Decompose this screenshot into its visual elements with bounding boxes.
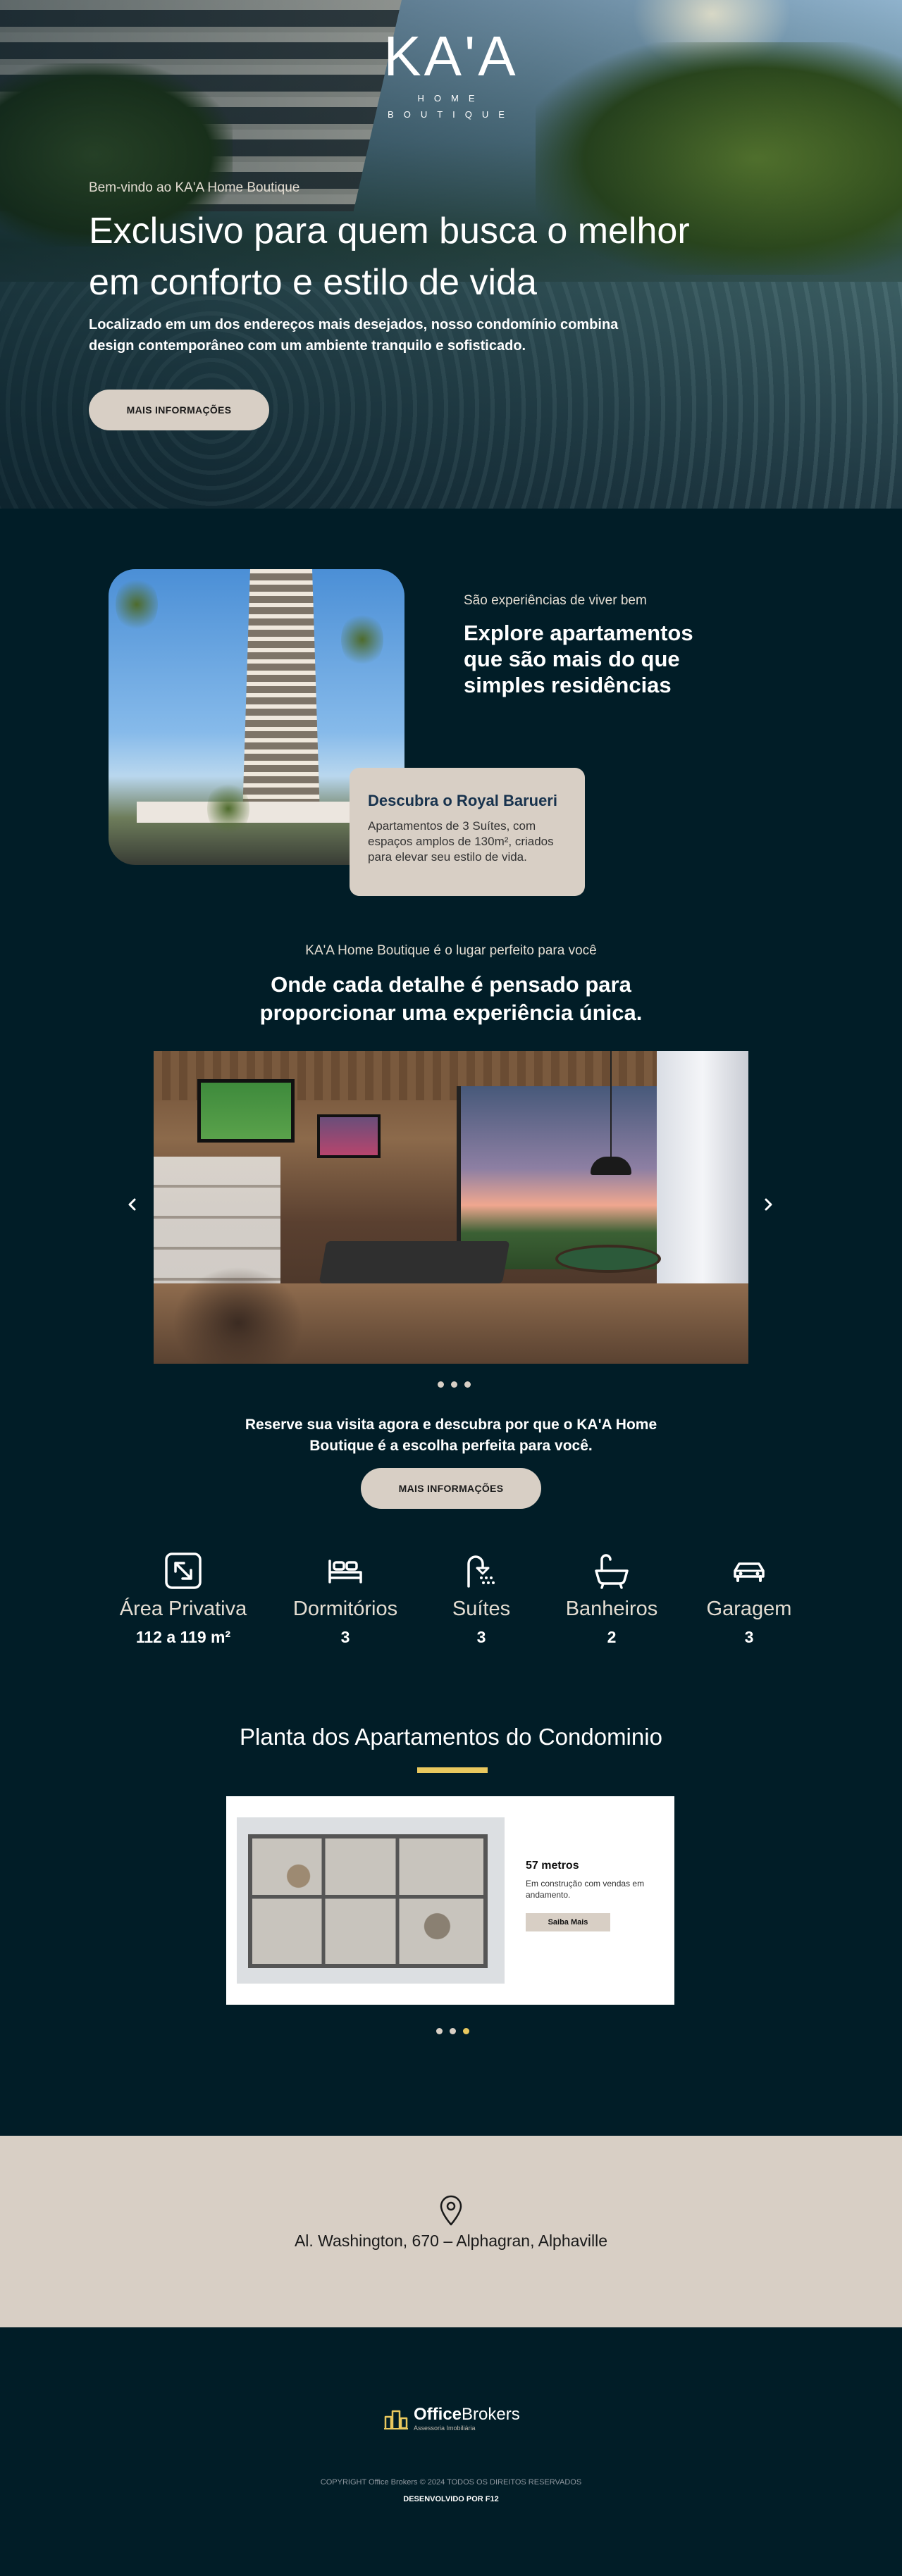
slide-tv	[197, 1079, 295, 1143]
feature-value: 3	[340, 1628, 350, 1646]
hero-section: KA'A HOME BOUTIQUE Bem-vindo ao KA'A Hom…	[0, 0, 902, 509]
brand-tagline: Assessoria Imobiliária	[414, 2425, 476, 2432]
visit-cta-text: Reserve sua visita agora e descubra por …	[245, 1417, 657, 1455]
shower-icon	[462, 1551, 501, 1591]
slide-tv	[317, 1114, 381, 1158]
hero-description: Localizado em um dos endereços mais dese…	[89, 316, 619, 354]
feature-value: 2	[607, 1628, 617, 1646]
carousel-dot[interactable]	[436, 2028, 443, 2034]
address-section: Al. Washington, 670 – Alphagran, Alphavi…	[0, 2136, 902, 2327]
feature-bathrooms: Banheiros 2	[555, 1551, 668, 1647]
brand-name: OfficeBrokers	[414, 2406, 520, 2423]
hero-eyebrow: Bem-vindo ao KA'A Home Boutique	[89, 180, 300, 195]
explore-eyebrow: São experiências de viver bem	[464, 593, 647, 608]
slide-card-table	[555, 1245, 661, 1273]
bathtub-icon	[592, 1551, 631, 1591]
chevron-right-icon[interactable]	[760, 1196, 777, 1213]
footer: OfficeBrokers Assessoria Imobiliária COP…	[0, 2327, 902, 2562]
feature-label: Banheiros	[565, 1598, 658, 1620]
explore-text: São experiências de viver bem Explore ap…	[464, 593, 731, 699]
expand-arrows-icon	[163, 1551, 203, 1591]
explore-section: São experiências de viver bem Explore ap…	[0, 509, 902, 917]
palm-shape	[116, 576, 158, 633]
car-icon	[729, 1551, 769, 1591]
feature-value: 3	[476, 1628, 486, 1646]
carousel-dots	[438, 1381, 471, 1388]
feature-label: Garagem	[706, 1598, 792, 1620]
amenities-more-info-button[interactable]: MAIS INFORMAÇÕES	[361, 1468, 541, 1509]
feature-label: Área Privativa	[119, 1598, 247, 1620]
explore-title: Explore apartamentos que são mais do que…	[464, 621, 693, 698]
feature-label: Suítes	[452, 1598, 511, 1620]
plans-title: Planta dos Apartamentos do Condominio	[240, 1724, 662, 1750]
feature-value: 3	[744, 1628, 754, 1646]
developer-credit[interactable]: DESENVOLVIDO POR F12	[0, 2495, 902, 2503]
floor-plan-image	[237, 1817, 505, 1984]
amenities-section: KA'A Home Boutique é o lugar perfeito pa…	[0, 917, 902, 1551]
feature-garage: Garagem 3	[698, 1551, 801, 1647]
address-text: Al. Washington, 670 – Alphagran, Alphavi…	[294, 2232, 608, 2250]
learn-more-button[interactable]: Saiba Mais	[526, 1913, 610, 1932]
logo-subtitle: HOME BOUTIQUE	[388, 93, 514, 120]
hero-text: Bem-vindo ao KA'A Home Boutique Exclusiv…	[89, 180, 737, 356]
brand-name-bold: Office	[414, 2405, 462, 2424]
feature-value: 112 a 119 m²	[135, 1628, 231, 1646]
floor-plan-size: 57 metros	[526, 1860, 579, 1872]
floor-plans-section: Planta dos Apartamentos do Condominio 57…	[0, 1699, 902, 2136]
office-brokers-logo[interactable]: OfficeBrokers Assessoria Imobiliária	[384, 2406, 520, 2432]
floor-plan-info: 57 metros Em construção com vendas em an…	[526, 1860, 660, 1932]
slide-pool-table	[319, 1241, 510, 1283]
hero-more-info-button[interactable]: MAIS INFORMAÇÕES	[89, 390, 269, 430]
hero-title: Exclusivo para quem busca o melhor em co…	[89, 211, 690, 303]
royal-barueri-card: Descubra o Royal Barueri Apartamentos de…	[350, 768, 585, 896]
brand-name-light: Brokers	[462, 2405, 520, 2424]
logo-mark: KA'A	[383, 25, 519, 87]
feature-area: Área Privativa 112 a 119 m²	[107, 1551, 259, 1647]
title-underline	[417, 1767, 488, 1773]
feature-suites: Suítes 3	[437, 1551, 526, 1647]
carousel-dot[interactable]	[451, 1381, 457, 1388]
lowbuilding-shape	[137, 802, 376, 823]
carousel-dots	[436, 2028, 469, 2034]
chevron-left-icon[interactable]	[124, 1196, 141, 1213]
floor-plan-card[interactable]: 57 metros Em construção com vendas em an…	[226, 1796, 674, 2005]
slide-chairs	[168, 1262, 309, 1364]
amenities-carousel-slide[interactable]	[154, 1051, 748, 1364]
feature-label: Dormitórios	[292, 1598, 398, 1620]
floor-plan-status: Em construção com vendas em andamento.	[526, 1879, 645, 1900]
carousel-dot[interactable]	[463, 2028, 469, 2034]
slide-lamp-cord	[610, 1051, 612, 1157]
palm-shape	[207, 780, 249, 837]
bed-icon	[326, 1551, 365, 1591]
carousel-dot[interactable]	[450, 2028, 456, 2034]
tower-shape	[242, 569, 320, 816]
card-text: Apartamentos de 3 Suítes, com espaços am…	[368, 819, 554, 864]
copyright-text: COPYRIGHT Office Brokers © 2024 TODOS OS…	[320, 2478, 582, 2487]
card-title: Descubra o Royal Barueri	[368, 792, 557, 809]
carousel-dot[interactable]	[464, 1381, 471, 1388]
building-logo-icon	[384, 2410, 408, 2429]
feature-bedrooms: Dormitórios 3	[282, 1551, 409, 1647]
brand-text: OfficeBrokers Assessoria Imobiliária	[414, 2406, 520, 2432]
features-section: Área Privativa 112 a 119 m² Dormitórios …	[0, 1551, 902, 1699]
amenities-title: Onde cada detalhe é pensado para proporc…	[259, 972, 643, 1026]
carousel-dot[interactable]	[438, 1381, 444, 1388]
site-logo[interactable]: KA'A HOME BOUTIQUE	[366, 28, 536, 123]
amenities-eyebrow: KA'A Home Boutique é o lugar perfeito pa…	[305, 943, 597, 958]
floor-plan-layout	[248, 1834, 488, 1968]
map-pin-icon	[437, 2195, 465, 2226]
palm-shape	[341, 611, 383, 668]
